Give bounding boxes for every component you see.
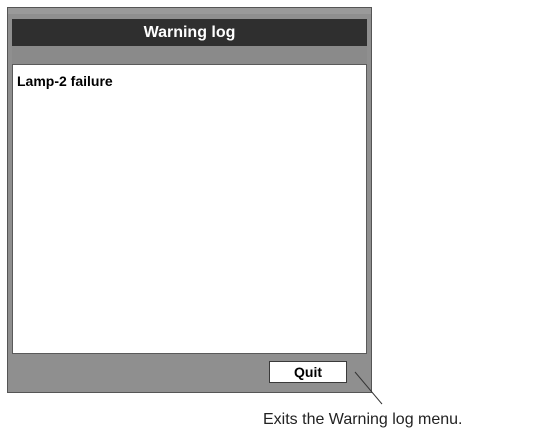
page: Warning log Lamp-2 failure Quit Exits th… [0, 0, 544, 436]
callout-label: Exits the Warning log menu. [263, 411, 463, 428]
callout-line-segment [354, 371, 383, 405]
callout-leader-line [354, 371, 383, 405]
